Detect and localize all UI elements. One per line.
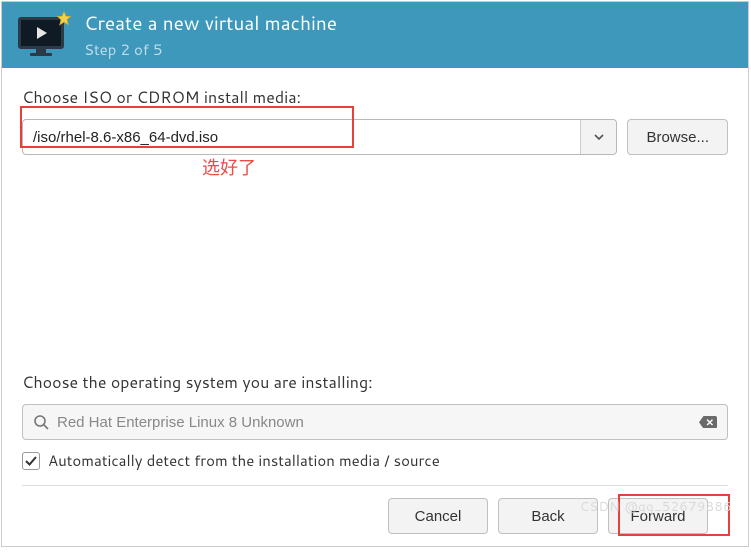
cancel-button[interactable]: Cancel xyxy=(388,498,488,534)
wizard-header: Create a new virtual machine Step 2 of 5 xyxy=(2,2,748,68)
vm-wizard-window: Create a new virtual machine Step 2 of 5… xyxy=(1,1,749,547)
forward-button[interactable]: Forward xyxy=(608,498,708,534)
auto-detect-row: Automatically detect from the installati… xyxy=(22,450,728,471)
auto-detect-label: Automatically detect from the installati… xyxy=(48,450,440,471)
iso-label: Choose ISO or CDROM install media: xyxy=(22,86,728,109)
wizard-title: Create a new virtual machine xyxy=(84,10,337,37)
wizard-content: Choose ISO or CDROM install media: Brows… xyxy=(2,68,748,546)
checkmark-icon xyxy=(24,454,38,468)
iso-row: Browse... xyxy=(22,119,728,155)
os-section: Choose the operating system you are inst… xyxy=(22,371,728,471)
wizard-footer: Cancel Back Forward xyxy=(22,485,728,546)
browse-button[interactable]: Browse... xyxy=(627,119,728,155)
chevron-down-icon xyxy=(593,131,605,143)
auto-detect-checkbox[interactable] xyxy=(22,452,40,470)
os-label: Choose the operating system you are inst… xyxy=(22,371,728,394)
os-search-entry[interactable] xyxy=(22,404,728,440)
iso-dropdown-button[interactable] xyxy=(580,120,616,154)
back-button[interactable]: Back xyxy=(498,498,598,534)
iso-combobox[interactable] xyxy=(22,119,617,155)
wizard-step: Step 2 of 5 xyxy=(84,39,337,60)
header-text: Create a new virtual machine Step 2 of 5 xyxy=(84,10,337,60)
iso-path-input[interactable] xyxy=(23,120,580,154)
new-vm-icon xyxy=(18,15,70,55)
os-search-input[interactable] xyxy=(57,414,691,431)
search-icon xyxy=(33,414,49,430)
clear-icon[interactable] xyxy=(699,415,717,429)
